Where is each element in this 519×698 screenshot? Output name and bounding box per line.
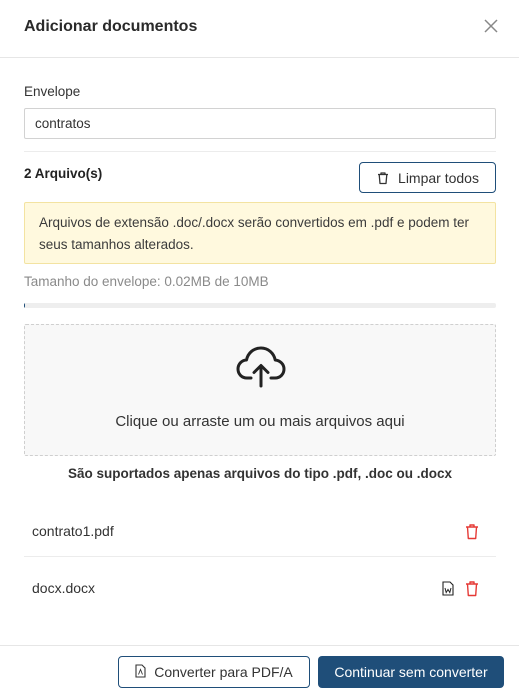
file-row: docx.docx [24, 562, 496, 614]
file-count: 2 Arquivo(s) [24, 166, 103, 181]
clear-all-button[interactable]: Limpar todos [359, 162, 496, 193]
trash-icon[interactable] [464, 523, 480, 540]
dropzone-text: Clique ou arraste um ou mais arquivos aq… [115, 413, 405, 430]
envelope-size-text: Tamanho do envelope: 0.02MB de 10MB [24, 274, 269, 289]
continue-without-converting-button[interactable]: Continuar sem converter [318, 656, 504, 688]
trash-icon[interactable] [464, 580, 480, 597]
file-dropzone[interactable]: Clique ou arraste um ou mais arquivos aq… [24, 324, 496, 456]
trash-icon [376, 171, 390, 185]
dialog-title: Adicionar documentos [24, 18, 198, 35]
close-icon[interactable] [481, 16, 501, 36]
clear-all-label: Limpar todos [398, 169, 479, 186]
cloud-upload-icon [236, 345, 286, 389]
file-row: contrato1.pdf [24, 505, 496, 557]
pdf-file-icon [135, 663, 146, 681]
conversion-warning: Arquivos de extensão .doc/.docx serão co… [24, 202, 496, 264]
size-progress-bar [24, 303, 496, 308]
supported-formats-text: São suportados apenas arquivos do tipo .… [67, 466, 453, 481]
file-name: contrato1.pdf [32, 523, 114, 539]
word-document-icon[interactable] [442, 581, 454, 596]
file-name: docx.docx [32, 580, 96, 596]
envelope-input[interactable] [24, 108, 496, 139]
convert-pdfa-label: Converter para PDF/A [154, 664, 293, 680]
divider [24, 151, 496, 152]
dialog-header: Adicionar documentos [0, 0, 519, 58]
size-progress-fill [24, 303, 25, 308]
convert-pdfa-button[interactable]: Converter para PDF/A [118, 656, 310, 688]
envelope-label: Envelope [24, 84, 81, 99]
